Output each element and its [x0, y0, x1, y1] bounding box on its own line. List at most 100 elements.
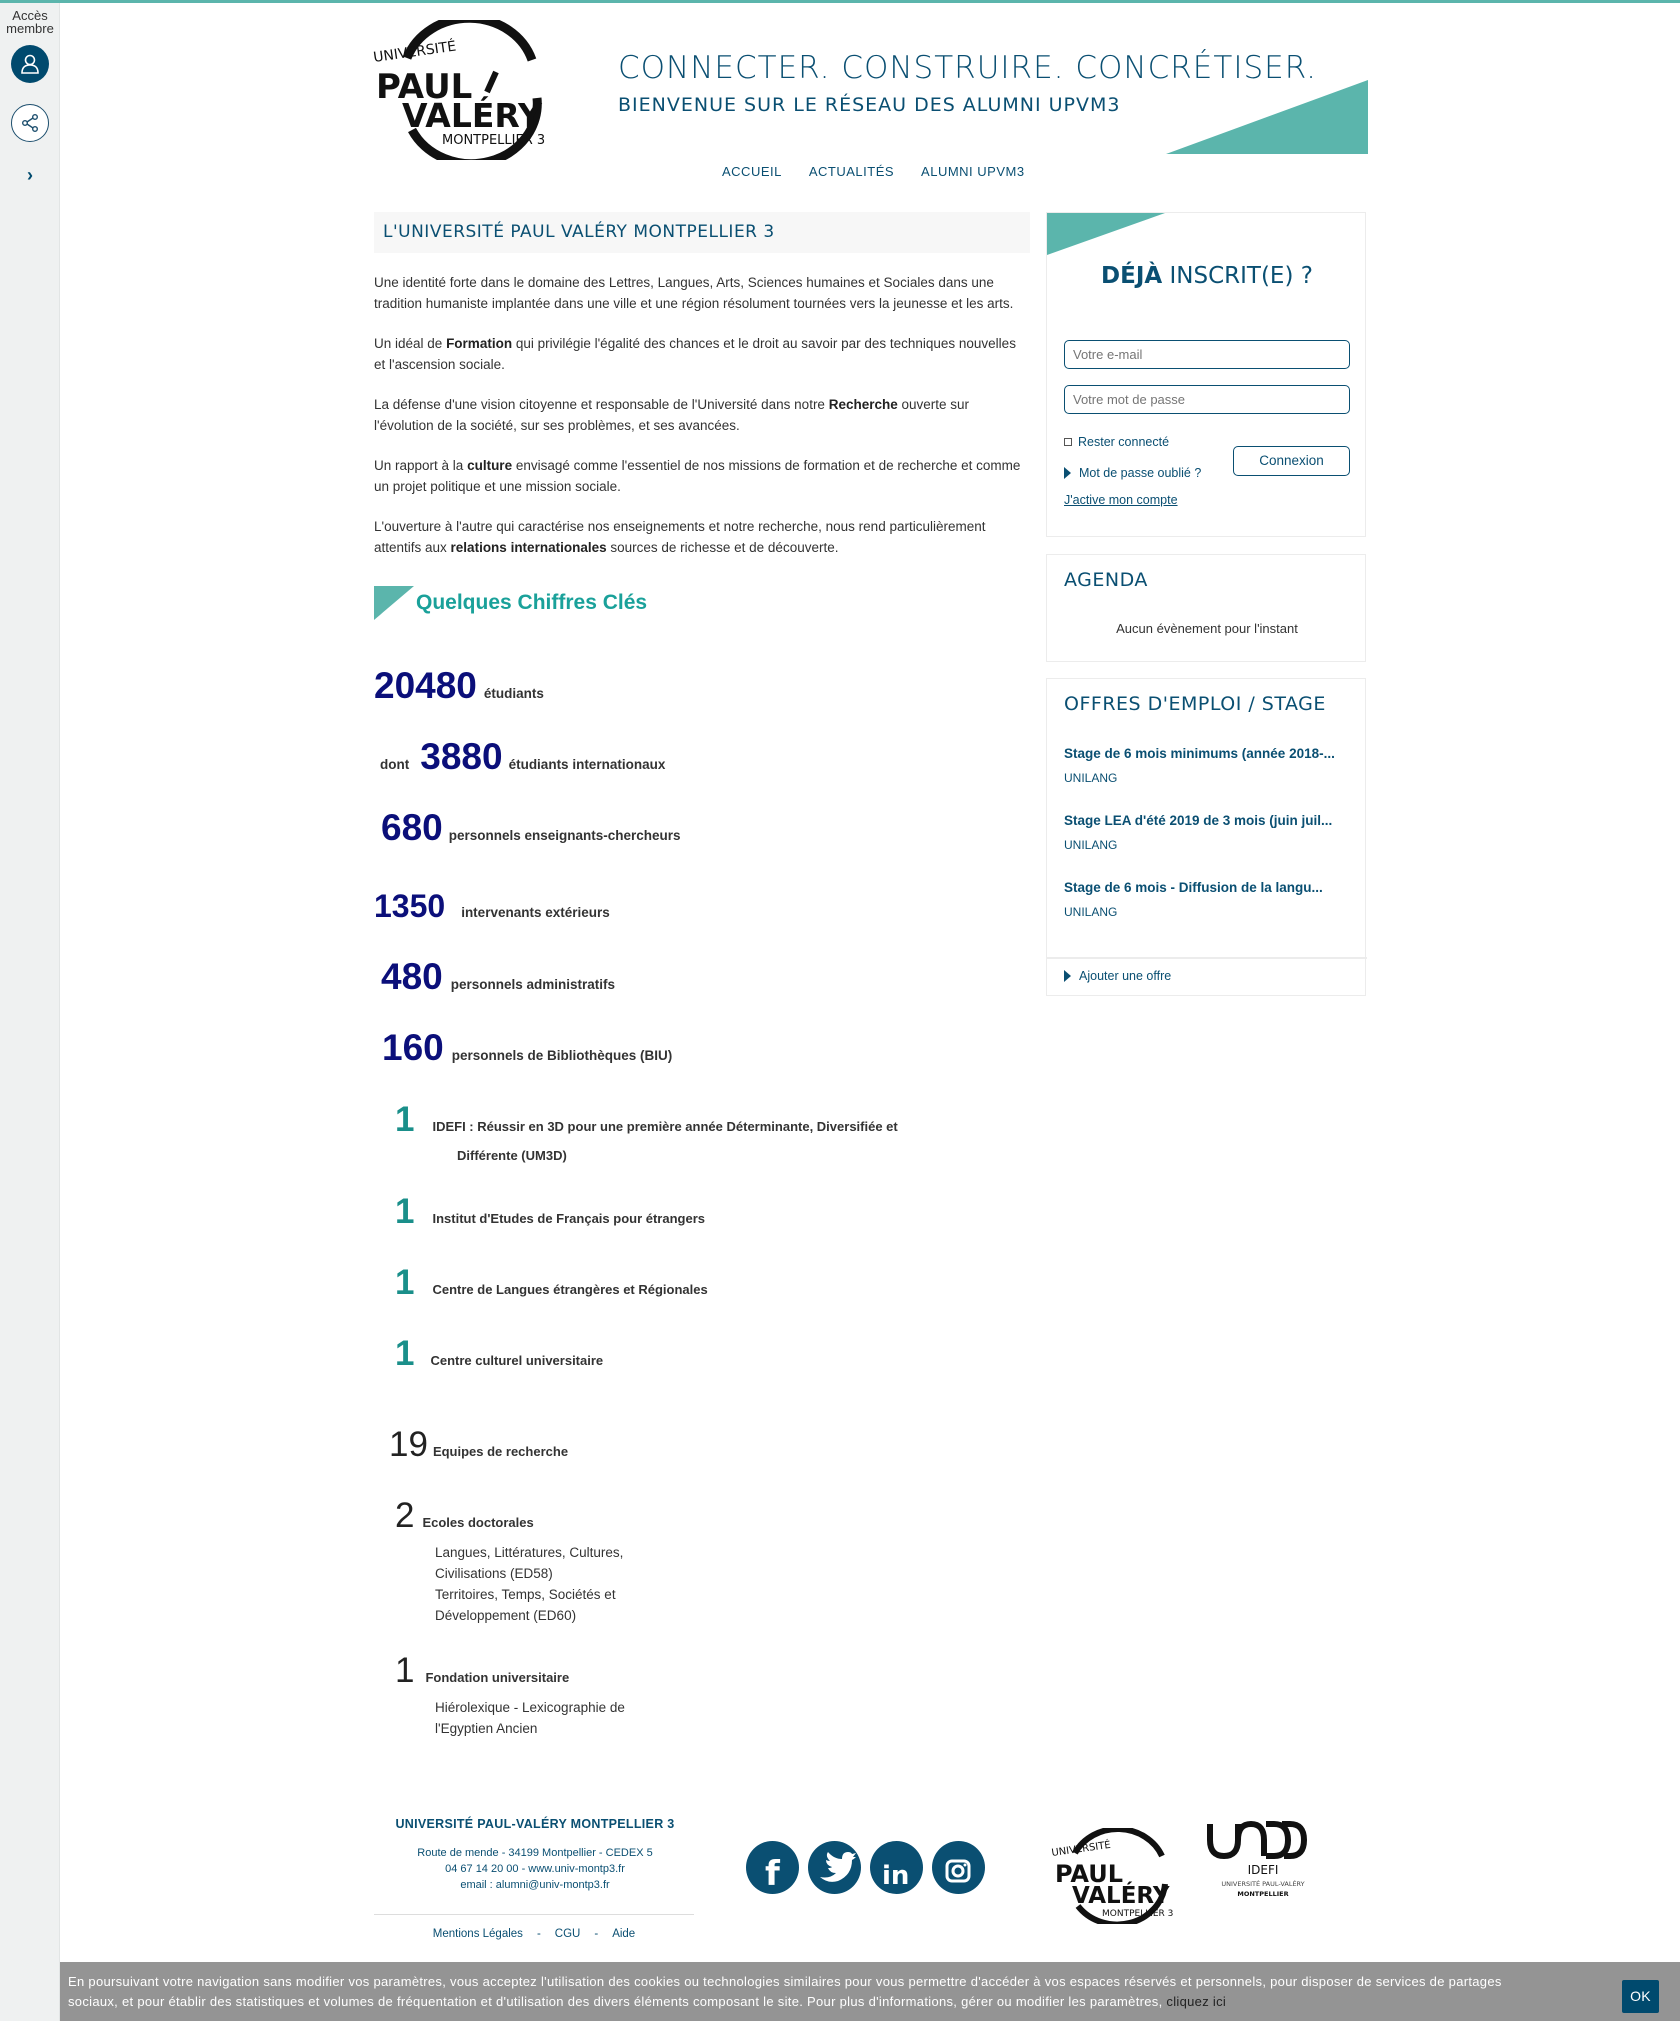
stat-research-teams: 19 Equipes de recherche — [389, 1425, 568, 1465]
footer-phone-web: 04 67 14 20 00 - www.univ-montp3.fr — [445, 1863, 625, 1875]
job-offer-item[interactable]: Stage de 6 mois - Diffusion de la langu.… — [1064, 880, 1350, 919]
doctoral-school-line: Langues, Littératures, Cultures, — [435, 1545, 624, 1560]
login-button[interactable]: Connexion — [1233, 446, 1350, 476]
job-offer-item[interactable]: Stage LEA d'été 2019 de 3 mois (juin jui… — [1064, 813, 1350, 852]
bold-span: culture — [467, 458, 513, 473]
nav-item-alumni-upvm3[interactable]: ALUMNI UPVM3 — [921, 164, 1025, 179]
stat-label: IDEFI : Réussir en 3D pour une première … — [432, 1119, 898, 1134]
nav-item-accueil[interactable]: ACCUEIL — [722, 164, 782, 179]
stat-number: 680 — [381, 807, 443, 848]
cookie-settings-link[interactable]: cliquez ici — [1166, 1994, 1226, 2009]
forgot-password-label: Mot de passe oublié ? — [1079, 466, 1202, 480]
member-access-label-line2: membre — [6, 21, 54, 36]
add-offer-link[interactable]: Ajouter une offre — [1064, 969, 1171, 983]
user-icon — [21, 54, 39, 74]
university-logo[interactable]: UNIVERSITÉ PAUL VALÉRY MONTPELLIER 3 — [372, 20, 562, 160]
cookie-message: En poursuivant votre navigation sans mod… — [68, 1974, 1502, 2009]
stat-french-institute: 1 Institut d'Etudes de Français pour étr… — [395, 1192, 705, 1232]
foundation-line: l'Egyptien Ancien — [435, 1721, 538, 1736]
cgu-link[interactable]: CGU — [555, 1928, 581, 1940]
cookie-ok-button[interactable]: OK — [1622, 1980, 1659, 2013]
stat-label: Centre culturel universitaire — [430, 1353, 604, 1368]
job-offer-title[interactable]: Stage LEA d'été 2019 de 3 mois (juin jui… — [1064, 813, 1350, 828]
intro-paragraph-1: Une identité forte dans le domaine des L… — [374, 275, 1014, 311]
footer-logo-text-montpellier: MONTPELLIER 3 — [1102, 1909, 1173, 1919]
stat-label: étudiants internationaux — [508, 757, 666, 772]
stat-label: personnels enseignants-chercheurs — [448, 828, 681, 843]
stat-number: 1 — [395, 1334, 415, 1373]
activate-account-link[interactable]: J'active mon compte — [1064, 493, 1178, 507]
footer-email: email : alumni@univ-montp3.fr — [460, 1879, 610, 1891]
instagram-glyph — [945, 1859, 971, 1883]
stat-idefi: 1 IDEFI : Réussir en 3D pour une premièr… — [395, 1100, 898, 1140]
login-card: DÉJÀ INSCRIT(E) ? Rester connecté Mot de… — [1046, 212, 1366, 537]
stat-international-students: dont 3880 étudiants internationaux — [380, 736, 665, 778]
twitter-glyph — [820, 1852, 856, 1882]
help-link[interactable]: Aide — [612, 1928, 635, 1940]
instagram-icon[interactable] — [932, 1841, 985, 1894]
legal-notice-link[interactable]: Mentions Légales — [433, 1928, 523, 1940]
share-button[interactable] — [11, 104, 49, 142]
remember-me-label: Rester connecté — [1078, 435, 1170, 449]
doctoral-school-line: Développement (ED60) — [435, 1608, 577, 1623]
stat-label: Ecoles doctorales — [422, 1515, 534, 1530]
expand-sidebar-chevron-icon[interactable]: › — [22, 165, 38, 186]
footer-address-line: Route de mende - 34199 Montpellier - CED… — [417, 1847, 653, 1859]
job-offer-company: UNILANG — [1064, 905, 1118, 919]
linkedin-glyph: in — [882, 1861, 909, 1891]
remember-me-checkbox[interactable]: Rester connecté — [1064, 435, 1169, 449]
text-span: sources de richesse et de découverte. — [606, 540, 839, 555]
stat-prefix: dont — [380, 757, 410, 772]
caret-right-icon — [1064, 467, 1071, 479]
stat-label: Centre de Langues étrangères et Régional… — [432, 1282, 708, 1297]
heading-triangle-icon — [374, 586, 414, 620]
agenda-title: AGENDA — [1064, 569, 1148, 591]
stat-label: intervenants extérieurs — [461, 905, 610, 920]
separator: - — [536, 1928, 541, 1940]
foundation-line: Hiérolexique - Lexicographie de — [435, 1700, 625, 1715]
stat-doctoral-schools: 2 Ecoles doctorales — [395, 1496, 534, 1536]
cookie-text: En poursuivant votre navigation sans mod… — [68, 1972, 1538, 2012]
stat-number: 480 — [381, 956, 443, 997]
linkedin-icon[interactable]: in — [870, 1841, 923, 1894]
job-offer-item[interactable]: Stage de 6 mois minimums (année 2018-...… — [1064, 746, 1350, 785]
forgot-password-link[interactable]: Mot de passe oublié ? — [1064, 466, 1201, 480]
logo-text-valery: VALÉRY — [402, 95, 543, 135]
stat-language-center: 1 Centre de Langues étrangères et Région… — [395, 1263, 708, 1303]
email-field[interactable] — [1064, 340, 1350, 369]
member-access-button[interactable] — [11, 45, 49, 83]
key-figures-heading: Quelques Chiffres Clés — [374, 586, 647, 620]
add-offer-label: Ajouter une offre — [1079, 969, 1172, 983]
stat-teachers: 680 personnels enseignants-chercheurs — [381, 807, 681, 849]
doctoral-schools-list: Langues, Littératures, Cultures, Civilis… — [435, 1542, 623, 1626]
stat-label: étudiants — [483, 686, 544, 701]
footer-university-name: UNIVERSITÉ PAUL-VALÉRY MONTPELLIER 3 — [395, 1817, 675, 1831]
stat-number: 2 — [395, 1496, 415, 1535]
share-icon — [22, 114, 38, 132]
twitter-icon[interactable] — [808, 1841, 861, 1894]
stat-label-continued: Différente (UM3D) — [457, 1148, 567, 1163]
stat-number: 1350 — [374, 888, 446, 924]
password-field[interactable] — [1064, 385, 1350, 414]
idefi-logo[interactable]: IDEFI UNIVERSITÉ PAUL-VALÉRY MONTPELLIER — [1204, 1818, 1322, 1904]
facebook-icon[interactable]: f — [746, 1841, 799, 1894]
cookie-banner: En poursuivant votre navigation sans mod… — [60, 1962, 1680, 2021]
login-title-rest: INSCRIT(E) ? — [1162, 263, 1313, 289]
stat-number: 20480 — [374, 665, 477, 706]
footer-university-logo[interactable]: UNIVERSITÉ PAUL VALÉRY MONTPELLIER 3 — [1050, 1828, 1180, 1924]
divider — [1047, 957, 1367, 959]
text-span: Un idéal de — [374, 336, 447, 351]
main-content: L'UNIVERSITÉ PAUL VALÉRY MONTPELLIER 3 U… — [374, 212, 1030, 558]
intro-paragraph-2: Un idéal de Formation qui privilégie l'é… — [374, 333, 1030, 375]
idefi-logo-name: IDEFI — [1248, 1863, 1279, 1877]
header-decorative-triangle — [1166, 80, 1368, 154]
stat-admin: 480 personnels administratifs — [381, 956, 615, 998]
job-offer-title[interactable]: Stage de 6 mois minimums (année 2018-... — [1064, 746, 1350, 761]
nav-item-actualites[interactable]: ACTUALITÉS — [809, 164, 894, 179]
job-offer-title[interactable]: Stage de 6 mois - Diffusion de la langu.… — [1064, 880, 1350, 895]
key-figures-title: Quelques Chiffres Clés — [416, 591, 648, 614]
stat-number: 1 — [395, 1192, 415, 1231]
stat-number: 1 — [395, 1100, 415, 1139]
stat-label: personnels de Bibliothèques (BIU) — [451, 1048, 673, 1063]
job-offer-company: UNILANG — [1064, 838, 1118, 852]
